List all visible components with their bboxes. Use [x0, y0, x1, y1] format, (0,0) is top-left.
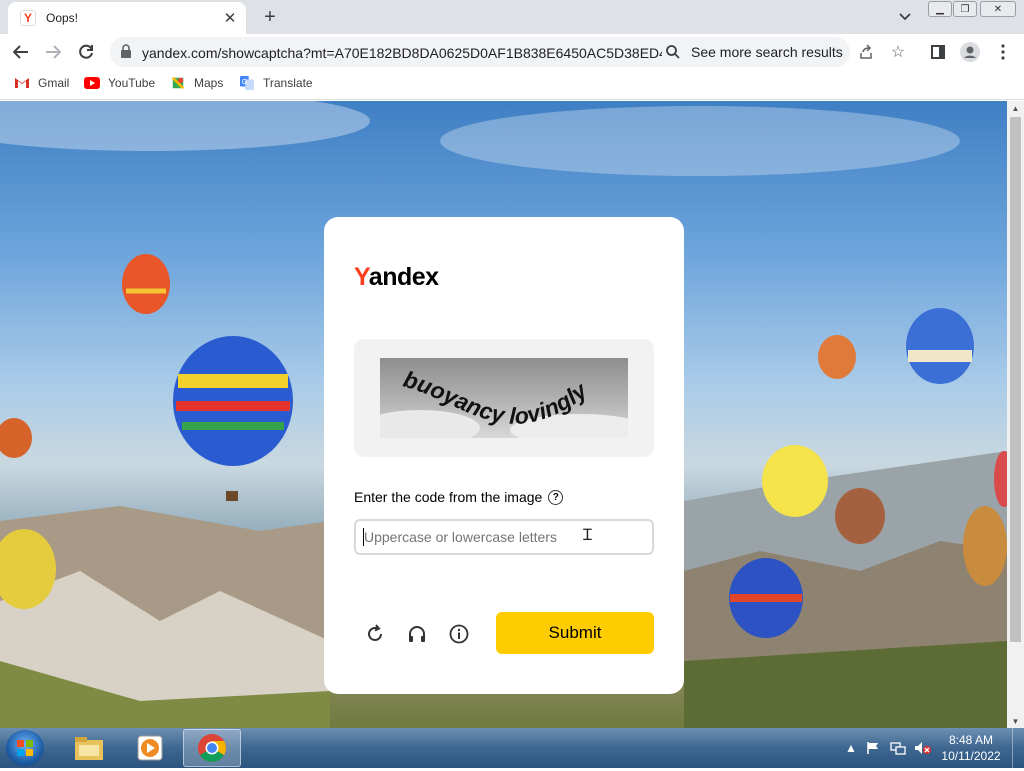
- url-text: yandex.com/showcaptcha?mt=A70E182BD8DA06…: [142, 45, 662, 61]
- scroll-thumb[interactable]: [1010, 117, 1021, 642]
- balloon: [762, 445, 828, 517]
- scroll-up-arrow-icon[interactable]: ▲: [1007, 101, 1024, 115]
- start-button-windows-icon[interactable]: [6, 730, 44, 766]
- page-viewport: Yandex buoyancy lovingly Enter the code …: [0, 101, 1007, 728]
- kebab-menu-icon[interactable]: [990, 39, 1016, 65]
- clock-time: 8:48 AM: [948, 733, 994, 747]
- show-desktop-button[interactable]: [1012, 728, 1024, 768]
- explorer-icon[interactable]: [60, 729, 118, 767]
- see-more-label: See more search results: [691, 44, 843, 60]
- show-hidden-icons-icon[interactable]: ▲: [845, 728, 857, 768]
- bookmarks-bar: Gmail YouTube Maps G Translate: [0, 70, 1024, 100]
- tab-strip: Y Oops! ✕ + ▁ ❐ ✕: [0, 0, 1024, 34]
- restore-window-icon[interactable]: ❐: [953, 1, 977, 17]
- bookmark-gmail[interactable]: Gmail: [14, 76, 69, 90]
- bookmark-translate[interactable]: G Translate: [239, 76, 313, 90]
- bookmark-label: Maps: [194, 76, 224, 90]
- headphones-icon[interactable]: [404, 621, 430, 647]
- gmail-icon: [15, 78, 29, 88]
- logo-text: andex: [368, 263, 439, 291]
- captcha-container: buoyancy lovingly: [354, 339, 654, 457]
- new-tab-icon[interactable]: +: [258, 6, 282, 28]
- tab-search-chevron-icon[interactable]: [894, 7, 916, 27]
- clock-date: 10/11/2022: [941, 749, 1001, 763]
- submit-button[interactable]: Submit: [496, 612, 654, 654]
- translate-icon: G: [240, 76, 254, 90]
- lock-icon: [121, 44, 131, 58]
- minimize-window-icon[interactable]: ▁: [928, 1, 952, 17]
- back-arrow-icon[interactable]: [8, 39, 34, 65]
- balloon: [835, 488, 885, 544]
- bookmark-label: Translate: [263, 76, 313, 90]
- captcha-prompt: Enter the code from the image ?: [354, 489, 564, 505]
- chrome-icon[interactable]: [183, 729, 241, 767]
- balloon: [818, 335, 856, 379]
- balloon: [173, 336, 293, 501]
- balloon: [122, 254, 170, 314]
- mouse-ibeam-cursor-icon: Ɪ: [583, 527, 592, 544]
- reload-icon[interactable]: [73, 39, 99, 65]
- close-window-icon[interactable]: ✕: [980, 1, 1016, 17]
- bookmark-label: Gmail: [38, 76, 70, 90]
- bookmark-star-icon[interactable]: ☆: [885, 39, 911, 65]
- help-question-icon[interactable]: ?: [548, 489, 564, 505]
- text-caret: [363, 528, 364, 546]
- balloon: [963, 506, 1007, 586]
- browser-tab[interactable]: Y Oops! ✕: [8, 2, 246, 34]
- logo-letter: Y: [354, 263, 369, 291]
- forward-arrow-icon[interactable]: [40, 39, 66, 65]
- see-more-search-results[interactable]: See more search results: [665, 37, 843, 67]
- browser-toolbar: yandex.com/showcaptcha?mt=A70E182BD8DA06…: [0, 34, 1024, 70]
- bookmark-youtube[interactable]: YouTube: [84, 76, 155, 90]
- maps-icon: [171, 76, 185, 90]
- balloon: [729, 558, 803, 638]
- captcha-input[interactable]: [354, 519, 654, 555]
- yandex-favicon-icon: Y: [20, 10, 36, 26]
- tab-title: Oops!: [46, 11, 79, 25]
- action-center-flag-icon[interactable]: [866, 728, 880, 768]
- bookmark-maps[interactable]: Maps: [170, 76, 223, 90]
- windows-taskbar: ▲ 8:48 AM 10/11/2022: [0, 728, 1024, 768]
- side-panel-icon[interactable]: [925, 39, 951, 65]
- refresh-icon[interactable]: [362, 621, 388, 647]
- address-bar[interactable]: yandex.com/showcaptcha?mt=A70E182BD8DA06…: [110, 37, 850, 67]
- share-icon[interactable]: [853, 39, 879, 65]
- info-icon[interactable]: [446, 621, 472, 647]
- media-player-icon[interactable]: [121, 729, 179, 767]
- scroll-down-arrow-icon[interactable]: ▼: [1007, 714, 1024, 728]
- taskbar-clock[interactable]: 8:48 AM 10/11/2022: [936, 732, 1006, 764]
- page-scrollbar[interactable]: ▲ ▼: [1007, 101, 1024, 728]
- balloon: [0, 418, 32, 458]
- bookmark-label: YouTube: [108, 76, 156, 90]
- yandex-logo: Yandex: [354, 263, 439, 292]
- svg-text:G: G: [242, 79, 247, 86]
- prompt-label: Enter the code from the image: [354, 489, 543, 505]
- search-icon: [666, 45, 680, 59]
- captcha-image: buoyancy lovingly: [380, 358, 628, 438]
- profile-avatar-icon[interactable]: [957, 39, 983, 65]
- balloon: [906, 308, 974, 384]
- youtube-icon: [84, 77, 100, 89]
- tab-close-icon[interactable]: ✕: [220, 8, 240, 28]
- network-icon[interactable]: [890, 728, 906, 768]
- volume-muted-icon[interactable]: [914, 728, 932, 768]
- captcha-card: Yandex buoyancy lovingly Enter the code …: [324, 217, 684, 694]
